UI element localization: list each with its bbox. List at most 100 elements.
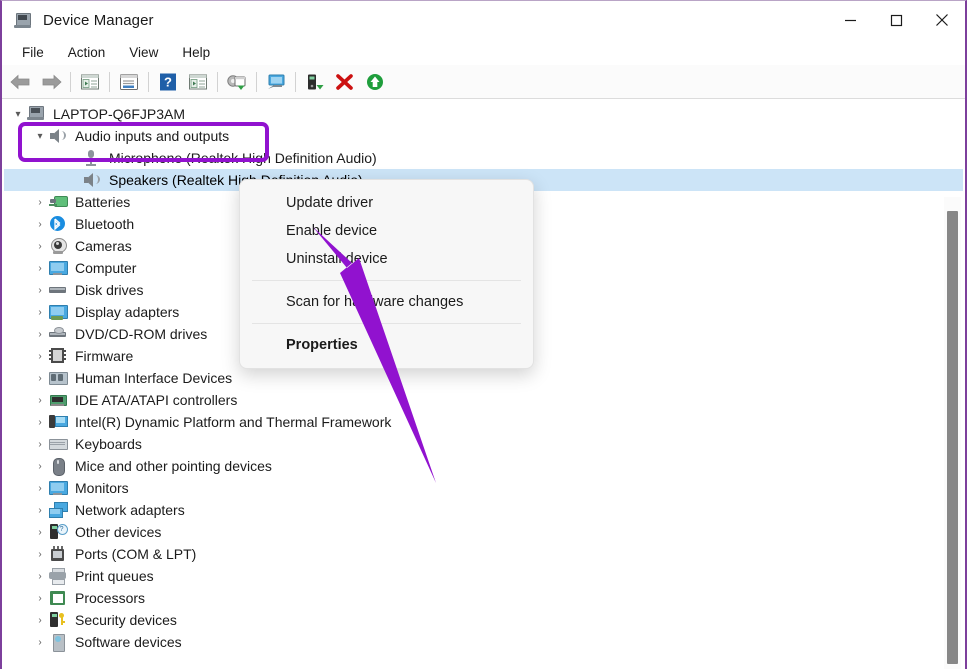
tree-row-label: Display adapters bbox=[75, 304, 180, 320]
tree-row-label: Disk drives bbox=[75, 282, 144, 298]
properties-icon[interactable] bbox=[114, 68, 144, 96]
tree-row-software-devices[interactable]: › Software devices bbox=[4, 631, 963, 653]
tree-row-label: Bluetooth bbox=[75, 216, 135, 232]
vertical-scrollbar[interactable] bbox=[944, 197, 961, 669]
speaker-icon bbox=[82, 171, 102, 189]
display-icon[interactable] bbox=[261, 68, 291, 96]
scan-for-hardware-changes-icon[interactable] bbox=[222, 68, 252, 96]
context-menu-item-scan-for-hardware-changes[interactable]: Scan for hardware changes bbox=[240, 288, 533, 316]
tree-row-root[interactable]: ▾ LAPTOP-Q6FJP3AM bbox=[4, 103, 963, 125]
tree-row-ide-ata-atapi-controllers[interactable]: › IDE ATA/ATAPI controllers bbox=[4, 389, 963, 411]
toolbar-separator bbox=[148, 71, 149, 92]
chevron-right-icon[interactable]: › bbox=[32, 345, 48, 367]
chevron-right-icon[interactable]: › bbox=[32, 301, 48, 323]
port-icon bbox=[48, 545, 68, 563]
disk-drive-icon bbox=[48, 281, 68, 299]
chevron-right-icon[interactable]: › bbox=[32, 521, 48, 543]
toolbar-separator bbox=[109, 71, 110, 92]
context-menu-item-properties[interactable]: Properties bbox=[240, 331, 533, 359]
uninstall-device-icon[interactable] bbox=[330, 68, 360, 96]
chevron-right-icon[interactable]: › bbox=[32, 455, 48, 477]
chevron-right-icon[interactable]: › bbox=[32, 499, 48, 521]
chevron-right-icon[interactable]: › bbox=[32, 323, 48, 345]
hid-icon bbox=[48, 369, 68, 387]
enable-device-icon[interactable] bbox=[360, 68, 390, 96]
tree-row-network-adapters[interactable]: › Network adapters bbox=[4, 499, 963, 521]
chevron-down-icon[interactable]: ▾ bbox=[10, 103, 26, 125]
tree-row-label: Audio inputs and outputs bbox=[75, 128, 230, 144]
chevron-right-icon[interactable]: › bbox=[32, 631, 48, 653]
context-menu-item-enable-device[interactable]: Enable device bbox=[240, 217, 533, 245]
tree-row-other-devices[interactable]: › ? Other devices bbox=[4, 521, 963, 543]
chevron-right-icon[interactable]: › bbox=[32, 587, 48, 609]
show-hide-console-tree-icon[interactable] bbox=[75, 68, 105, 96]
minimize-icon[interactable] bbox=[827, 1, 873, 39]
tree-row-label: Network adapters bbox=[75, 502, 185, 518]
menu-view[interactable]: View bbox=[117, 43, 170, 62]
toolbar-separator bbox=[217, 71, 218, 92]
tree-row-processors[interactable]: › Processors bbox=[4, 587, 963, 609]
context-menu[interactable]: Update driver Enable device Uninstall de… bbox=[239, 179, 534, 369]
dvd-drive-icon bbox=[48, 325, 68, 343]
tree-row-security-devices[interactable]: › Security devices bbox=[4, 609, 963, 631]
chevron-right-icon[interactable]: › bbox=[32, 609, 48, 631]
chevron-down-icon[interactable]: ▾ bbox=[32, 125, 48, 147]
tree-row-human-interface-devices[interactable]: › Human Interface Devices bbox=[4, 367, 963, 389]
title-bar: Device Manager bbox=[2, 1, 965, 39]
close-icon[interactable] bbox=[919, 1, 965, 39]
tree-row-label: Other devices bbox=[75, 524, 162, 540]
scrollbar-thumb[interactable] bbox=[947, 211, 958, 664]
keyboard-icon bbox=[48, 435, 68, 453]
tree-row-label: Intel(R) Dynamic Platform and Thermal Fr… bbox=[75, 414, 392, 430]
chevron-right-icon[interactable]: › bbox=[32, 389, 48, 411]
tree-row-intel-dynamic-platform-and-thermal-framework[interactable]: › Intel(R) Dynamic Platform and Thermal … bbox=[4, 411, 963, 433]
menu-file[interactable]: File bbox=[10, 43, 56, 62]
menu-bar: File Action View Help bbox=[2, 39, 965, 65]
tree-row-microphone[interactable]: Microphone (Realtek High Definition Audi… bbox=[4, 147, 963, 169]
network-adapter-icon bbox=[48, 501, 68, 519]
tree-row-label: Security devices bbox=[75, 612, 177, 628]
help-icon[interactable]: ? bbox=[153, 68, 183, 96]
other-device-icon: ? bbox=[48, 523, 68, 541]
context-menu-item-update-driver[interactable]: Update driver bbox=[240, 189, 533, 217]
microphone-icon bbox=[82, 149, 102, 167]
context-menu-separator bbox=[252, 280, 521, 281]
tree-row-label: Print queues bbox=[75, 568, 154, 584]
menu-help[interactable]: Help bbox=[170, 43, 222, 62]
add-legacy-hardware-icon[interactable] bbox=[300, 68, 330, 96]
tree-row-label: Batteries bbox=[75, 194, 131, 210]
toolbar-separator bbox=[70, 71, 71, 92]
chevron-right-icon[interactable]: › bbox=[32, 257, 48, 279]
context-menu-item-uninstall-device[interactable]: Uninstall device bbox=[240, 245, 533, 273]
maximize-icon[interactable] bbox=[873, 1, 919, 39]
chevron-right-icon[interactable]: › bbox=[32, 191, 48, 213]
tree-row-monitors[interactable]: › Monitors bbox=[4, 477, 963, 499]
chevron-right-icon[interactable]: › bbox=[32, 235, 48, 257]
tree-row-label: Human Interface Devices bbox=[75, 370, 233, 386]
tree-row-label: Monitors bbox=[75, 480, 129, 496]
chevron-right-icon[interactable]: › bbox=[32, 367, 48, 389]
tree-row-print-queues[interactable]: › Print queues bbox=[4, 565, 963, 587]
chevron-right-icon[interactable]: › bbox=[32, 213, 48, 235]
tree-row-mice-and-other-pointing-devices[interactable]: › Mice and other pointing devices bbox=[4, 455, 963, 477]
tree-row-keyboards[interactable]: › Keyboards bbox=[4, 433, 963, 455]
back-arrow-icon[interactable] bbox=[6, 68, 36, 96]
chevron-right-icon[interactable]: › bbox=[32, 477, 48, 499]
no-chevron bbox=[66, 147, 82, 169]
ide-controller-icon bbox=[48, 391, 68, 409]
tree-row-label: Software devices bbox=[75, 634, 182, 650]
tree-row-label: Computer bbox=[75, 260, 137, 276]
update-driver-icon[interactable] bbox=[183, 68, 213, 96]
chevron-right-icon[interactable]: › bbox=[32, 279, 48, 301]
forward-arrow-icon[interactable] bbox=[36, 68, 66, 96]
chevron-right-icon[interactable]: › bbox=[32, 565, 48, 587]
tree-row-ports-com-lpt[interactable]: › Ports (COM & LPT) bbox=[4, 543, 963, 565]
mouse-icon bbox=[48, 457, 68, 476]
processor-icon bbox=[48, 589, 68, 607]
tree-row-audio-inputs-and-outputs[interactable]: ▾ Audio inputs and outputs bbox=[4, 125, 963, 147]
menu-action[interactable]: Action bbox=[56, 43, 118, 62]
chevron-right-icon[interactable]: › bbox=[32, 543, 48, 565]
chevron-right-icon[interactable]: › bbox=[32, 411, 48, 433]
chevron-right-icon[interactable]: › bbox=[32, 433, 48, 455]
tree-row-label: Ports (COM & LPT) bbox=[75, 546, 197, 562]
